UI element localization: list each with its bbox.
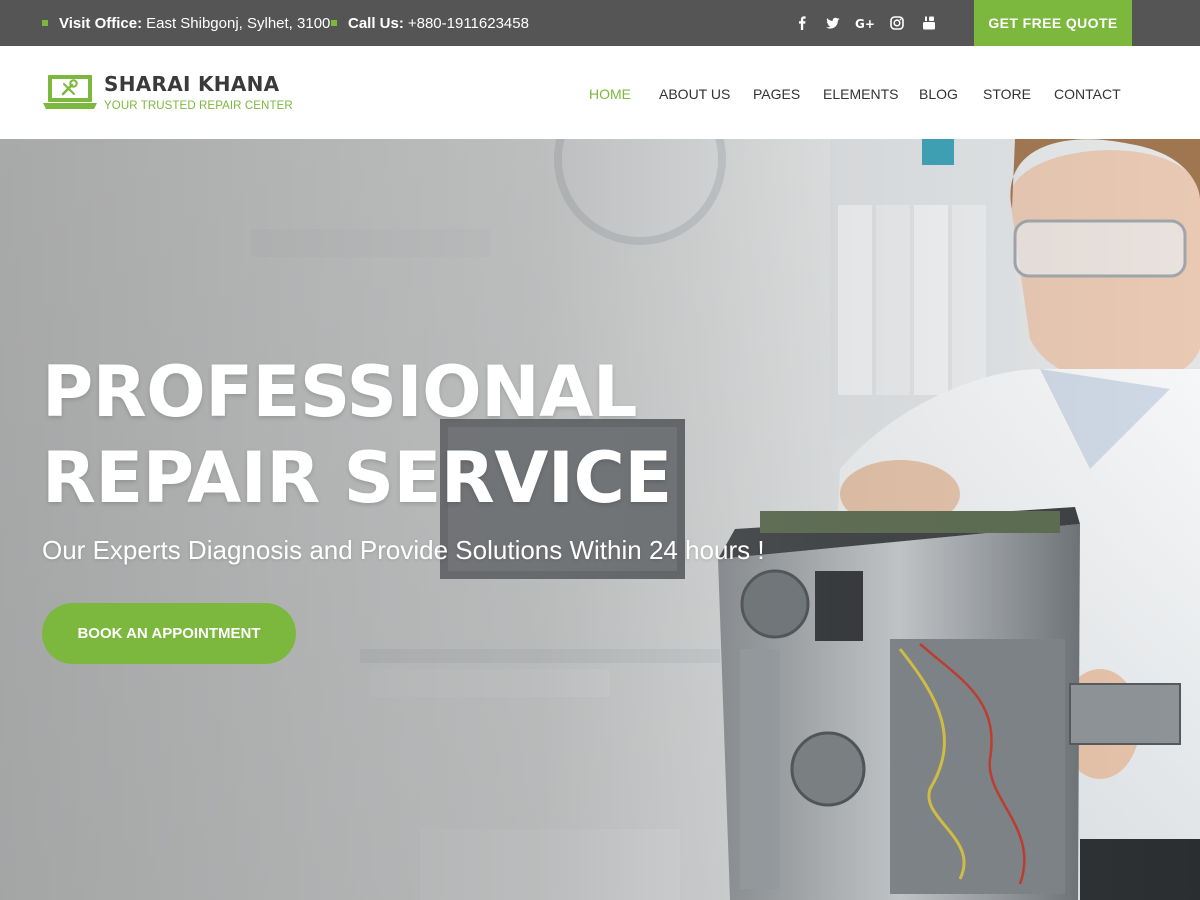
- twitter-icon[interactable]: [826, 16, 840, 30]
- nav-store[interactable]: STORE: [983, 86, 1031, 102]
- nav-contact[interactable]: CONTACT: [1054, 86, 1121, 102]
- site-logo[interactable]: SHARAI KHANA YOUR TRUSTED REPAIR CENTER: [43, 72, 293, 113]
- logo-tagline: YOUR TRUSTED REPAIR CENTER: [104, 100, 293, 112]
- bullet-square-icon: [331, 20, 337, 26]
- svg-text:G+: G+: [855, 17, 875, 30]
- bullet-square-icon: [42, 20, 48, 26]
- office-address: East Shibgonj, Sylhet, 3100: [146, 14, 331, 32]
- nav-about-us[interactable]: ABOUT US: [659, 86, 730, 102]
- nav-home[interactable]: HOME: [589, 86, 631, 102]
- nav-blog[interactable]: BLOG: [919, 86, 958, 102]
- site-header: SHARAI KHANA YOUR TRUSTED REPAIR CENTER …: [0, 46, 1200, 139]
- hero-title-line-1: PROFESSIONAL: [42, 351, 637, 433]
- phone-label: Call Us:: [348, 14, 404, 32]
- hero-title-line-2: REPAIR SERVICE: [42, 437, 672, 519]
- hero-subtitle: Our Experts Diagnosis and Provide Soluti…: [42, 535, 765, 565]
- instagram-icon[interactable]: [890, 16, 904, 30]
- top-bar: Visit Office: East Shibgonj, Sylhet, 310…: [0, 0, 1200, 46]
- phone-info: Call Us: +880-1911623458: [331, 0, 529, 46]
- book-appointment-button[interactable]: BOOK AN APPOINTMENT: [42, 603, 296, 664]
- laptop-wrench-icon: [43, 75, 97, 109]
- logo-name: SHARAI KHANA: [104, 72, 280, 96]
- nav-elements[interactable]: ELEMENTS: [823, 86, 898, 102]
- facebook-icon[interactable]: [795, 16, 809, 30]
- youtube-icon[interactable]: [922, 16, 936, 30]
- office-label: Visit Office:: [59, 14, 143, 32]
- hero-section: PROFESSIONAL REPAIR SERVICE Our Experts …: [0, 139, 1200, 900]
- hero-title: PROFESSIONAL REPAIR SERVICE: [42, 349, 672, 521]
- phone-number[interactable]: +880-1911623458: [408, 15, 529, 32]
- get-free-quote-button[interactable]: GET FREE QUOTE: [974, 0, 1132, 46]
- google-plus-icon[interactable]: G+: [855, 16, 875, 31]
- office-info: Visit Office: East Shibgonj, Sylhet, 310…: [42, 0, 330, 46]
- nav-pages[interactable]: PAGES: [753, 86, 800, 102]
